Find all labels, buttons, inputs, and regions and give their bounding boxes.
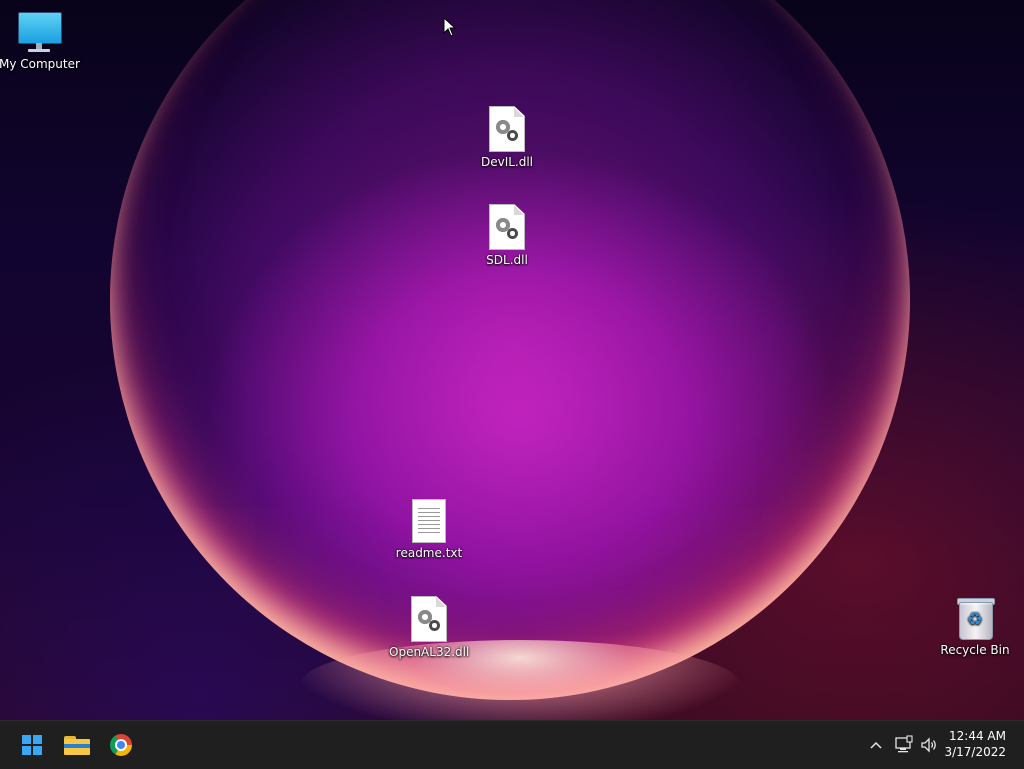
desktop-icon-label: My Computer bbox=[0, 57, 80, 71]
taskbar: 12:44 AM 3/17/2022 bbox=[0, 720, 1024, 769]
text-file-icon bbox=[412, 499, 446, 543]
file-explorer-icon bbox=[64, 736, 90, 755]
volume-icon[interactable] bbox=[918, 735, 940, 761]
clock-date: 3/17/2022 bbox=[944, 745, 1006, 759]
desktop-icon-label: DevIL.dll bbox=[480, 155, 534, 169]
desktop-icon-my-computer[interactable]: My Computer bbox=[0, 10, 80, 71]
dll-file-icon bbox=[489, 106, 525, 152]
desktop-icon-readme-txt[interactable]: readme.txt bbox=[389, 499, 469, 560]
taskbar-clock[interactable]: 12:44 AM 3/17/2022 bbox=[944, 728, 1006, 760]
recycle-bin-icon: ♻ bbox=[957, 596, 995, 640]
desktop-icon-label: OpenAL32.dll bbox=[389, 645, 470, 659]
desktop-icon-label: readme.txt bbox=[395, 546, 463, 560]
dll-file-icon bbox=[411, 596, 447, 642]
desktop-icon-devil-dll[interactable]: DevIL.dll bbox=[467, 106, 547, 169]
start-button[interactable] bbox=[16, 729, 48, 761]
desktop-icon-recycle-bin[interactable]: ♻ Recycle Bin bbox=[935, 596, 1015, 657]
desktop-icon-label: SDL.dll bbox=[486, 253, 528, 267]
dll-file-icon bbox=[489, 204, 525, 250]
windows-start-icon bbox=[22, 735, 42, 755]
desktop-icon-label: Recycle Bin bbox=[940, 643, 1010, 657]
taskbar-file-explorer[interactable] bbox=[61, 729, 93, 761]
mouse-cursor-icon bbox=[443, 17, 457, 37]
monitor-icon bbox=[17, 10, 62, 54]
wallpaper-orb bbox=[110, 0, 910, 700]
clock-time: 12:44 AM bbox=[949, 729, 1006, 743]
taskbar-chrome[interactable] bbox=[105, 729, 137, 761]
desktop-icon-openal32-dll[interactable]: OpenAL32.dll bbox=[389, 596, 469, 659]
network-icon[interactable] bbox=[893, 735, 915, 761]
chrome-icon bbox=[110, 734, 132, 756]
desktop-icon-sdl-dll[interactable]: SDL.dll bbox=[467, 204, 547, 267]
wallpaper-glow bbox=[300, 640, 740, 720]
tray-overflow-chevron-icon[interactable] bbox=[866, 735, 886, 761]
